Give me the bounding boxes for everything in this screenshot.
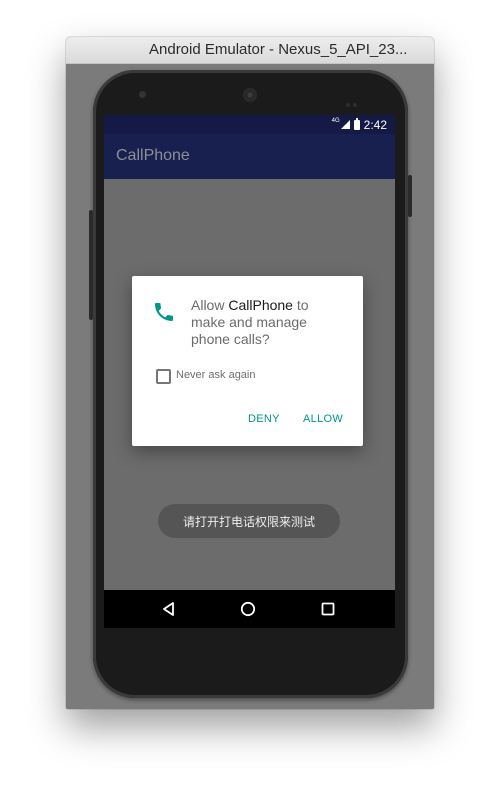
deny-button[interactable]: DENY xyxy=(248,413,280,425)
allow-button[interactable]: ALLOW xyxy=(303,413,343,425)
message-prefix: Allow xyxy=(191,297,229,313)
recents-icon[interactable] xyxy=(318,599,338,619)
power-button[interactable] xyxy=(408,175,412,217)
back-icon[interactable] xyxy=(158,599,178,619)
toast-message: 请打开打电话权限来测试 xyxy=(158,504,340,538)
phone-icon xyxy=(155,303,173,321)
volume-button[interactable] xyxy=(89,210,93,320)
signal-icon xyxy=(340,120,350,129)
home-icon[interactable] xyxy=(238,599,258,619)
permission-dialog: Allow CallPhone to make and manage phone… xyxy=(132,276,363,446)
earpiece-speaker-icon xyxy=(243,88,257,102)
app-bar: CallPhone xyxy=(104,134,395,179)
emulator-window: Android Emulator - Nexus_5_API_23... 4G … xyxy=(66,37,434,709)
battery-icon xyxy=(353,117,360,130)
window-title: Android Emulator - Nexus_5_API_23... xyxy=(149,41,408,58)
status-bar: 4G 2:42 xyxy=(104,115,395,134)
phone-frame: 4G 2:42 CallPhone Allow CallPhone to mak… xyxy=(89,70,412,698)
never-ask-label[interactable]: Never ask again xyxy=(176,369,256,381)
network-type: 4G xyxy=(331,117,340,124)
device-screen: 4G 2:42 CallPhone Allow CallPhone to mak… xyxy=(104,115,395,628)
window-titlebar[interactable]: Android Emulator - Nexus_5_API_23... xyxy=(66,37,434,64)
permission-message: Allow CallPhone to make and manage phone… xyxy=(191,297,341,348)
status-time: 2:42 xyxy=(363,117,387,132)
sensor-icon xyxy=(346,92,360,107)
front-camera-icon xyxy=(139,91,146,98)
never-ask-checkbox[interactable] xyxy=(156,369,171,384)
app-name: CallPhone xyxy=(228,297,293,313)
navigation-bar xyxy=(104,590,395,628)
app-title: CallPhone xyxy=(116,147,190,164)
